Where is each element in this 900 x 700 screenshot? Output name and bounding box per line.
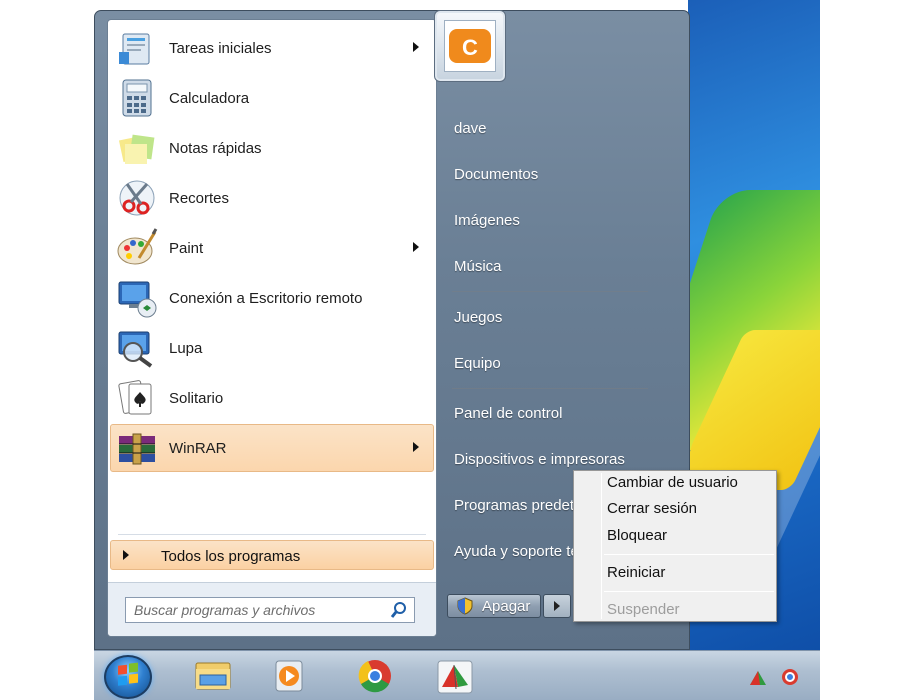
svg-text:C: C	[462, 35, 478, 60]
chrome-icon	[358, 660, 391, 693]
user-folder-link[interactable]: dave	[454, 120, 487, 137]
tray-icons[interactable]	[744, 663, 820, 691]
program-calculator[interactable]: Calculadora	[110, 74, 434, 122]
program-label: Solitario	[169, 389, 224, 407]
computer-link[interactable]: Equipo	[454, 355, 501, 372]
search-input[interactable]	[134, 601, 384, 619]
program-label: WinRAR	[169, 439, 227, 457]
taskbar-media-player[interactable]	[258, 655, 320, 697]
program-label: Tareas iniciales	[169, 39, 272, 57]
divider	[118, 534, 426, 535]
submenu-arrow-icon	[413, 42, 419, 52]
search-area	[108, 582, 436, 636]
submenu-arrow-icon	[413, 442, 419, 452]
program-label: Conexión a Escritorio remoto	[169, 289, 363, 307]
program-solitaire[interactable]: Solitario	[110, 374, 434, 422]
all-programs-arrow-icon	[123, 550, 129, 560]
submenu-arrow-icon	[413, 242, 419, 252]
start-button[interactable]	[104, 655, 152, 699]
shutdown-options-button[interactable]	[543, 594, 571, 618]
search-icon[interactable]	[390, 601, 408, 619]
switch-user-item[interactable]: Cambiar de usuario	[607, 474, 738, 491]
program-getting-started[interactable]: Tareas iniciales	[110, 24, 434, 72]
remote-desktop-icon	[115, 276, 159, 320]
snipping-tool-icon	[115, 176, 159, 220]
program-label: Paint	[169, 239, 204, 257]
program-paint[interactable]: Paint	[110, 224, 434, 272]
program-label: Recortes	[169, 189, 230, 207]
shutdown-context-menu: Cambiar de usuario Cerrar sesión Bloquea…	[573, 470, 777, 622]
pictures-link[interactable]: Imágenes	[454, 212, 520, 229]
getting-started-icon	[115, 26, 159, 70]
uac-shield-icon	[456, 597, 474, 615]
music-link[interactable]: Música	[454, 258, 502, 275]
all-programs-label: Todos los programas	[161, 548, 301, 565]
programs-pane: Tareas iniciales Calculadora Notas rápid…	[107, 19, 437, 637]
shutdown-button[interactable]: Apagar	[447, 594, 541, 618]
shutdown-label: Apagar	[482, 597, 531, 615]
screen: Tareas iniciales Calculadora Notas rápid…	[0, 0, 900, 700]
devices-printers-link[interactable]: Dispositivos e impresoras	[454, 451, 625, 468]
winrar-icon	[115, 426, 159, 470]
system-tray	[744, 663, 820, 691]
sticky-notes-icon	[115, 126, 159, 170]
divider	[452, 291, 648, 292]
documents-link[interactable]: Documentos	[454, 166, 538, 183]
shutdown-arrow-icon	[554, 601, 560, 611]
divider	[452, 388, 648, 389]
program-remote-desktop[interactable]: Conexión a Escritorio remoto	[110, 274, 434, 322]
magnifier-icon	[115, 326, 159, 370]
paint-icon	[115, 226, 159, 270]
restart-item[interactable]: Reiniciar	[607, 564, 665, 581]
log-off-item[interactable]: Cerrar sesión	[607, 500, 697, 517]
program-label: Lupa	[169, 339, 203, 357]
windows-logo-icon	[118, 662, 138, 686]
media-player-icon	[275, 660, 303, 692]
lock-item[interactable]: Bloquear	[607, 527, 667, 544]
taskbar	[94, 650, 820, 700]
program-label: Calculadora	[169, 89, 250, 107]
all-programs-button[interactable]: Todos los programas	[110, 540, 434, 570]
taskbar-chrome[interactable]	[344, 655, 406, 697]
program-magnifier[interactable]: Lupa	[110, 324, 434, 372]
menu-divider	[604, 554, 774, 555]
taskbar-explorer[interactable]	[182, 655, 244, 697]
menu-gutter	[601, 473, 602, 619]
program-winrar[interactable]: WinRAR	[110, 424, 434, 472]
taskbar-winrar[interactable]	[424, 655, 486, 697]
winrar-icon	[437, 660, 473, 694]
program-sticky-notes[interactable]: Notas rápidas	[110, 124, 434, 172]
control-panel-link[interactable]: Panel de control	[454, 405, 562, 422]
program-snipping-tool[interactable]: Recortes	[110, 174, 434, 222]
calculator-icon	[115, 76, 159, 120]
solitaire-icon	[115, 376, 159, 420]
sleep-item: Suspender	[607, 601, 680, 618]
menu-divider	[604, 591, 774, 592]
games-link[interactable]: Juegos	[454, 309, 502, 326]
user-picture[interactable]: C	[434, 10, 506, 82]
file-explorer-icon	[195, 662, 231, 690]
user-avatar: C	[444, 20, 496, 72]
search-box[interactable]	[125, 597, 415, 623]
program-label: Notas rápidas	[169, 139, 262, 157]
